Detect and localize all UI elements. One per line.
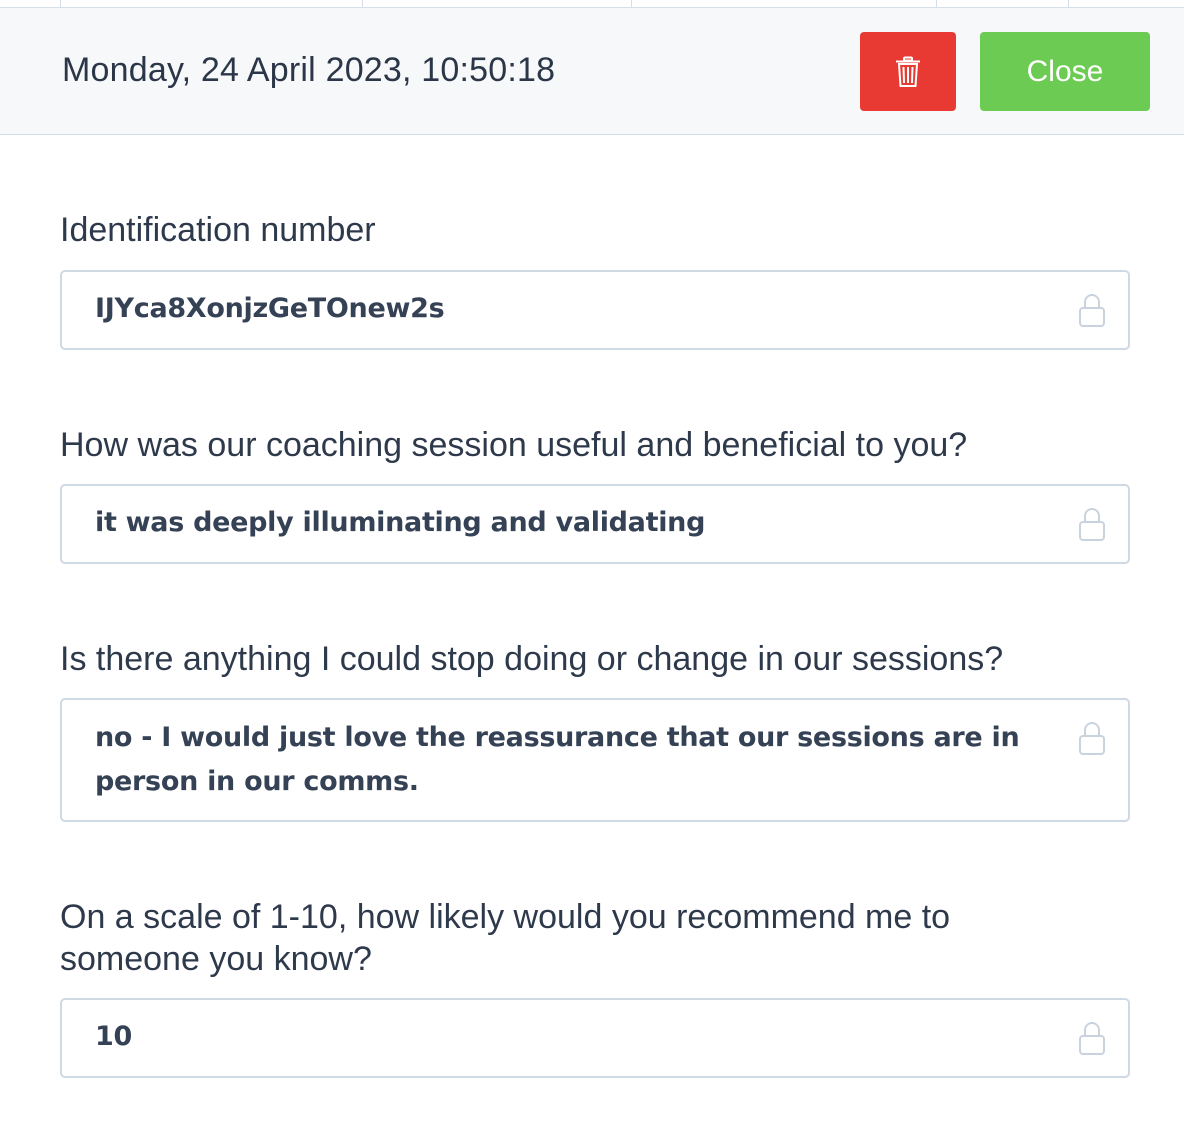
tab-divider	[936, 0, 937, 7]
tab-divider	[631, 0, 632, 7]
field-value: IJYca8XonjzGeTOnew2s	[95, 293, 445, 324]
field-session-benefit: How was our coaching session useful and …	[60, 424, 1130, 566]
lock-icon	[1079, 508, 1105, 541]
record-datetime: Monday, 24 April 2023, 10:50:18	[62, 51, 556, 89]
readonly-input[interactable]: it was deeply illuminating and validatin…	[60, 484, 1130, 564]
lock-icon	[1079, 294, 1105, 327]
readonly-input[interactable]: IJYca8XonjzGeTOnew2s	[60, 270, 1130, 350]
tab-divider	[362, 0, 363, 7]
field-label: How was our coaching session useful and …	[60, 426, 968, 464]
field-value: 10	[95, 1021, 132, 1052]
delete-button[interactable]	[860, 32, 956, 111]
trash-icon	[896, 56, 920, 87]
field-change-suggestion: Is there anything I could stop doing or …	[60, 638, 1130, 824]
field-value: it was deeply illuminating and validatin…	[95, 507, 706, 538]
field-identification-number: Identification number IJYca8XonjzGeTOnew…	[60, 209, 1130, 351]
field-recommendation-score: On a scale of 1-10, how likely would you…	[60, 896, 1130, 1080]
readonly-textarea[interactable]: no - I would just love the reassurance t…	[60, 698, 1130, 822]
field-label: Identification number	[60, 211, 376, 249]
record-header: Monday, 24 April 2023, 10:50:18 Close	[0, 8, 1184, 135]
close-button[interactable]: Close	[980, 32, 1150, 111]
field-value: no - I would just love the reassurance t…	[95, 722, 1020, 797]
lock-icon	[1079, 1022, 1105, 1055]
tab-divider	[1068, 0, 1069, 7]
tab-divider	[60, 0, 61, 7]
readonly-input[interactable]: 10	[60, 998, 1130, 1078]
top-tab-strip	[0, 0, 1184, 8]
field-label: Is there anything I could stop doing or …	[60, 640, 1004, 678]
field-label: On a scale of 1-10, how likely would you…	[60, 898, 951, 978]
lock-icon	[1079, 722, 1105, 755]
